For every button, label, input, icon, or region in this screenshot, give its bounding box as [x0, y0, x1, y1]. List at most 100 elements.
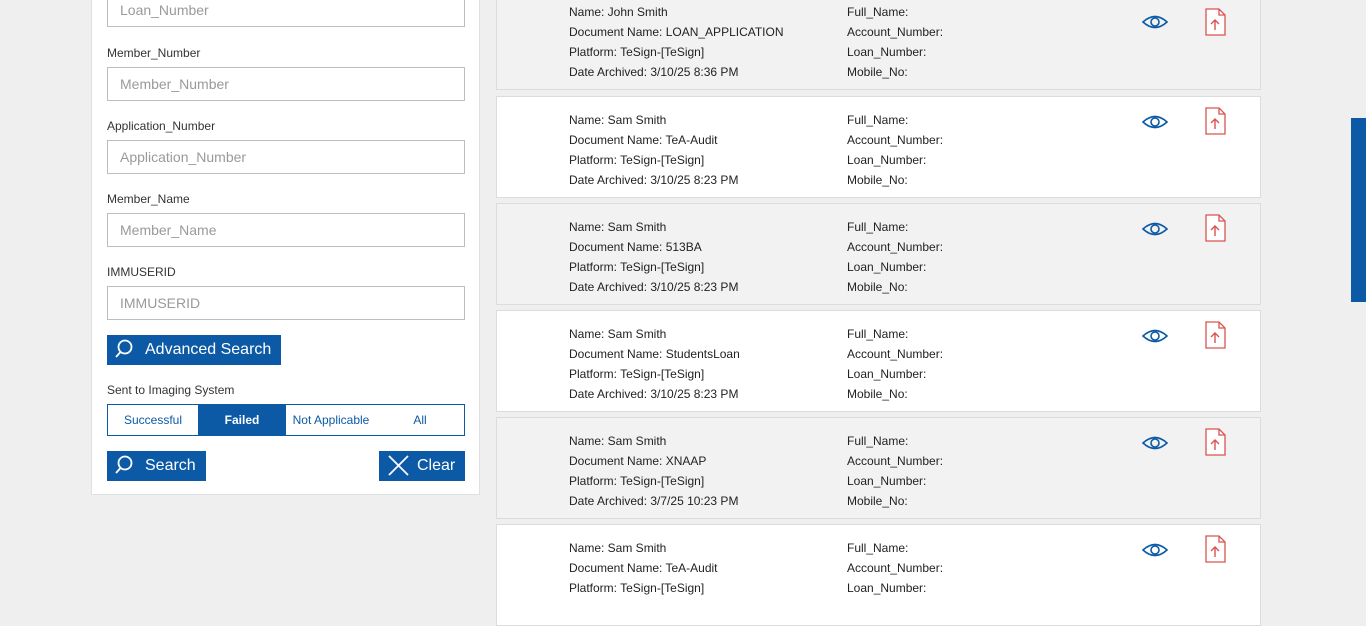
document-name: Document Name: TeA-Audit [569, 133, 718, 147]
search-icon [115, 339, 133, 358]
filter-panel: Member_Number Application_Number Member_… [91, 0, 480, 495]
document-details: Name: Sam Smith Document Name: TeA-Audit… [569, 110, 738, 190]
mobile-number: Mobile_No: [847, 387, 908, 401]
full-name: Full_Name: [847, 113, 909, 127]
document-name: Document Name: 513BA [569, 240, 702, 254]
advanced-search-button[interactable]: Advanced Search [107, 335, 281, 365]
member-name: Name: Sam Smith [569, 113, 667, 127]
account-number: Account_Number: [847, 240, 944, 254]
document-details: Name: Sam Smith Document Name: XNAAP Pla… [569, 431, 738, 511]
result-card: Name: Sam Smith Document Name: 513BA Pla… [496, 203, 1261, 305]
date-archived: Date Archived: 3/7/25 10:23 PM [569, 494, 739, 508]
document-name: Document Name: LOAN_APPLICATION [569, 25, 784, 39]
date-archived: Date Archived: 3/10/25 8:23 PM [569, 387, 739, 401]
mobile-number: Mobile_No: [847, 280, 908, 294]
platform: Platform: TeSign-[TeSign] [569, 474, 705, 488]
eye-icon[interactable] [1141, 326, 1169, 346]
full-name: Full_Name: [847, 541, 909, 555]
account-number: Account_Number: [847, 25, 944, 39]
account-details: Full_Name: Account_Number: Loan_Number: … [847, 431, 943, 511]
result-card: Name: Sam Smith Document Name: TeA-Audit… [496, 524, 1261, 626]
pdf-icon[interactable] [1203, 214, 1227, 242]
platform: Platform: TeSign-[TeSign] [569, 45, 705, 59]
eye-icon[interactable] [1141, 433, 1169, 453]
pdf-icon[interactable] [1203, 107, 1227, 135]
document-name: Document Name: TeA-Audit [569, 561, 718, 575]
application-number-label: Application_Number [107, 119, 216, 133]
application-number-input[interactable] [107, 140, 465, 174]
member-name: Name: Sam Smith [569, 541, 667, 555]
result-card: Name: John Smith Document Name: LOAN_APP… [496, 0, 1261, 90]
document-name: Document Name: XNAAP [569, 454, 707, 468]
result-card: Name: Sam Smith Document Name: XNAAP Pla… [496, 417, 1261, 519]
search-button[interactable]: Search [107, 451, 206, 481]
pdf-icon[interactable] [1203, 428, 1227, 456]
platform: Platform: TeSign-[TeSign] [569, 367, 705, 381]
loan-number: Loan_Number: [847, 260, 927, 274]
result-card: Name: Sam Smith Document Name: TeA-Audit… [496, 96, 1261, 198]
member-name: Name: Sam Smith [569, 327, 667, 341]
loan-number: Loan_Number: [847, 474, 927, 488]
loan-number-input[interactable] [107, 0, 465, 27]
account-number: Account_Number: [847, 347, 944, 361]
platform: Platform: TeSign-[TeSign] [569, 581, 705, 595]
clear-label: Clear [417, 457, 456, 474]
loan-number: Loan_Number: [847, 581, 927, 595]
mobile-number: Mobile_No: [847, 494, 908, 508]
option-failed[interactable]: Failed [198, 405, 286, 435]
eye-icon[interactable] [1141, 112, 1169, 132]
account-details: Full_Name: Account_Number: Loan_Number: … [847, 110, 943, 190]
search-label: Search [145, 457, 196, 474]
account-number: Account_Number: [847, 561, 944, 575]
document-details: Name: Sam Smith Document Name: StudentsL… [569, 324, 740, 404]
account-number: Account_Number: [847, 454, 944, 468]
pdf-icon[interactable] [1203, 535, 1227, 563]
document-details: Name: Sam Smith Document Name: 513BA Pla… [569, 217, 738, 297]
member-name: Name: Sam Smith [569, 220, 667, 234]
side-tab-handle[interactable] [1351, 118, 1366, 302]
option-all[interactable]: All [376, 405, 464, 435]
member-name-label: Member_Name [107, 192, 190, 206]
loan-number: Loan_Number: [847, 367, 927, 381]
member-name: Name: Sam Smith [569, 434, 667, 448]
full-name: Full_Name: [847, 327, 909, 341]
full-name: Full_Name: [847, 5, 909, 19]
pdf-icon[interactable] [1203, 321, 1227, 349]
close-icon [388, 455, 409, 476]
advanced-search-label: Advanced Search [145, 341, 272, 358]
account-details: Full_Name: Account_Number: Loan_Number: … [847, 324, 943, 404]
option-successful[interactable]: Successful [108, 405, 198, 435]
full-name: Full_Name: [847, 434, 909, 448]
imaging-system-label: Sent to Imaging System [107, 383, 235, 397]
account-details: Full_Name: Account_Number: Loan_Number: [847, 538, 943, 598]
full-name: Full_Name: [847, 220, 909, 234]
eye-icon[interactable] [1141, 12, 1169, 32]
date-archived: Date Archived: 3/10/25 8:23 PM [569, 173, 739, 187]
member-name-input[interactable] [107, 213, 465, 247]
document-name: Document Name: StudentsLoan [569, 347, 740, 361]
result-card: Name: Sam Smith Document Name: StudentsL… [496, 310, 1261, 412]
document-details: Name: John Smith Document Name: LOAN_APP… [569, 2, 784, 82]
immuserid-label: IMMUSERID [107, 265, 176, 279]
member-name: Name: John Smith [569, 5, 668, 19]
pdf-icon[interactable] [1203, 8, 1227, 36]
mobile-number: Mobile_No: [847, 173, 908, 187]
eye-icon[interactable] [1141, 219, 1169, 239]
date-archived: Date Archived: 3/10/25 8:36 PM [569, 65, 739, 79]
account-number: Account_Number: [847, 133, 944, 147]
immuserid-input[interactable] [107, 286, 465, 320]
document-details: Name: Sam Smith Document Name: TeA-Audit… [569, 538, 718, 598]
clear-button[interactable]: Clear [379, 451, 465, 481]
platform: Platform: TeSign-[TeSign] [569, 153, 705, 167]
loan-number: Loan_Number: [847, 153, 927, 167]
account-details: Full_Name: Account_Number: Loan_Number: … [847, 2, 943, 82]
member-number-label: Member_Number [107, 46, 201, 60]
mobile-number: Mobile_No: [847, 65, 908, 79]
account-details: Full_Name: Account_Number: Loan_Number: … [847, 217, 943, 297]
eye-icon[interactable] [1141, 540, 1169, 560]
option-not-applicable[interactable]: Not Applicable [286, 405, 376, 435]
date-archived: Date Archived: 3/10/25 8:23 PM [569, 280, 739, 294]
member-number-input[interactable] [107, 67, 465, 101]
loan-number: Loan_Number: [847, 45, 927, 59]
imaging-status-toggle: Successful Failed Not Applicable All [107, 404, 465, 436]
